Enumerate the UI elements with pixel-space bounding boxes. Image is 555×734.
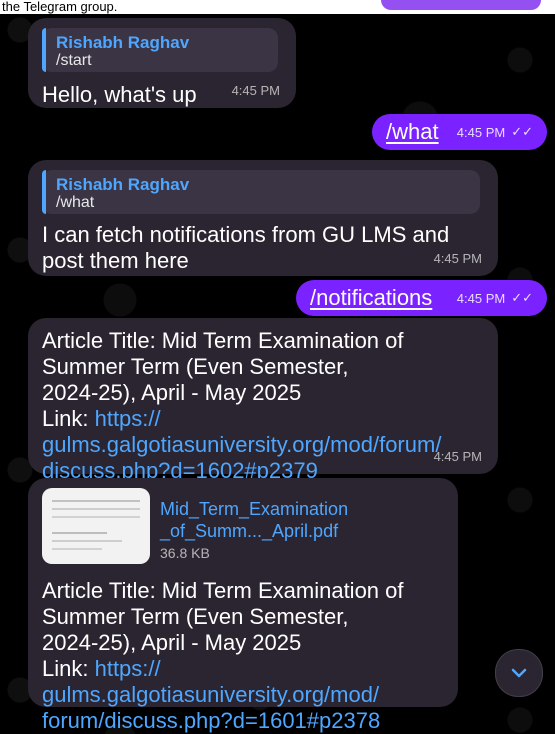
command-link-what[interactable]: /what xyxy=(386,119,439,145)
message-time: 4:45 PM xyxy=(456,290,506,306)
message-meta: 4:45 PM ✓✓ xyxy=(457,124,533,140)
message-bubble-4-outgoing[interactable]: /notifications 4:45 PM ✓✓ xyxy=(296,280,547,316)
link-label: Link: xyxy=(42,656,95,681)
message-time: 4:45 PM xyxy=(231,83,280,98)
article-link-row: Link: https:// xyxy=(42,406,484,432)
article-link-part-2[interactable]: gulms.galgotiasuniversity.org/mod/forum/ xyxy=(42,432,484,458)
scroll-to-bottom-button[interactable] xyxy=(495,649,543,697)
quote-author: Rishabh Raghav xyxy=(56,33,190,52)
message-bubble-6-file[interactable]: Mid_Term_Examination _of_Summ..._April.p… xyxy=(28,478,458,733)
message-meta: 4:45 PM ✓✓ xyxy=(457,290,533,306)
caption-text: the Telegram group. xyxy=(2,0,118,14)
message-bubble-3[interactable]: Rishabh Raghav /what I can fetch notific… xyxy=(28,160,498,276)
article-title-line-2: Summer Term (Even Semester, xyxy=(42,354,349,379)
top-outgoing-bubble-edge xyxy=(381,0,541,10)
quote-command: /what xyxy=(56,194,95,211)
double-check-icon: ✓✓ xyxy=(511,290,533,305)
double-check-icon: ✓✓ xyxy=(511,124,533,139)
article-link-part-2[interactable]: gulms.galgotiasuniversity.org/mod/ xyxy=(42,682,452,708)
file-name-line-2[interactable]: _of_Summ..._April.pdf xyxy=(160,520,440,542)
article-title-line-3: 2024-25), April - May 2025 xyxy=(42,380,302,405)
link-label: Link: xyxy=(42,406,95,431)
quote-author: Rishabh Raghav xyxy=(56,175,190,194)
message-text-line-1: I can fetch notifications from GU LMS an… xyxy=(42,222,450,247)
quote-command: /start xyxy=(56,52,92,69)
reply-quote[interactable]: Rishabh Raghav /start xyxy=(42,28,278,72)
article-title-line-1: Article Title: Mid Term Examination of xyxy=(42,328,404,353)
reply-quote[interactable]: Rishabh Raghav /what xyxy=(42,170,480,214)
command-link-notifications[interactable]: /notifications xyxy=(310,285,432,311)
message-text-line-2: post them here xyxy=(42,248,189,273)
file-info[interactable]: Mid_Term_Examination _of_Summ..._April.p… xyxy=(160,498,440,562)
article-link-row: Link: https:// xyxy=(42,656,452,682)
pdf-thumbnail[interactable] xyxy=(42,488,150,564)
article-link-part-1[interactable]: https:// xyxy=(95,406,161,431)
file-size: 36.8 KB xyxy=(160,545,210,561)
article-text: Article Title: Mid Term Examination of S… xyxy=(42,578,452,734)
article-link-part-3[interactable]: forum/discuss.php?d=1601#p2378 xyxy=(42,708,452,734)
article-title-line-2: Summer Term (Even Semester, xyxy=(42,604,349,629)
file-name-line-1[interactable]: Mid_Term_Examination xyxy=(160,498,440,520)
message-bubble-2-outgoing[interactable]: /what 4:45 PM ✓✓ xyxy=(372,114,547,150)
chevron-down-icon xyxy=(511,668,527,678)
message-time: 4:45 PM xyxy=(456,124,506,140)
message-bubble-5[interactable]: Article Title: Mid Term Examination of S… xyxy=(28,318,498,483)
article-link-part-1[interactable]: https:// xyxy=(95,656,161,681)
message-time: 4:45 PM xyxy=(433,251,482,266)
message-time: 4:45 PM xyxy=(433,449,482,464)
article-title-line-3: 2024-25), April - May 2025 xyxy=(42,630,302,655)
article-title-line-1: Article Title: Mid Term Examination of xyxy=(42,578,404,603)
message-bubble-1[interactable]: Rishabh Raghav /start Hello, what's up 4… xyxy=(28,18,296,108)
